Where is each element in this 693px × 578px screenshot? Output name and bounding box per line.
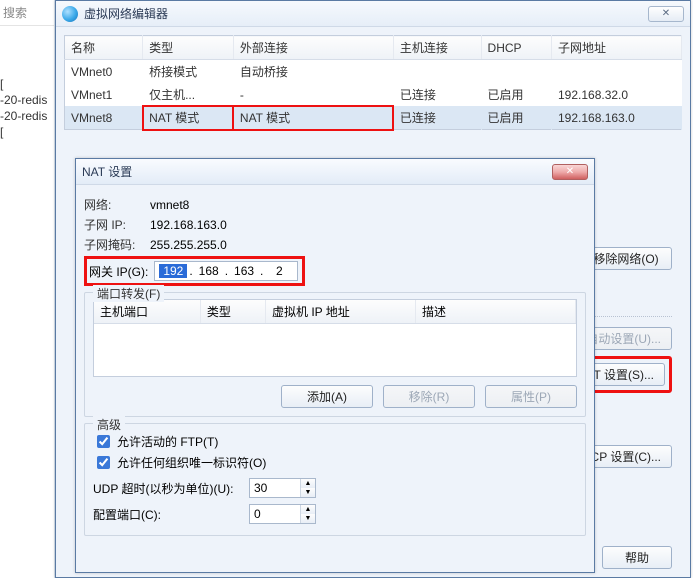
- config-port-label: 配置端口(C):: [93, 506, 243, 523]
- nat-title: NAT 设置: [82, 163, 552, 180]
- oui-checkbox-input[interactable]: [97, 456, 110, 469]
- list-item[interactable]: -20-redis: [0, 92, 54, 108]
- col-host-port[interactable]: 主机端口: [94, 300, 200, 324]
- table-row[interactable]: VMnet1 仅主机... - 已连接 已启用 192.168.32.0: [65, 83, 682, 106]
- spin-up-icon[interactable]: ▲: [301, 505, 315, 514]
- ip-octet-4[interactable]: 2: [265, 264, 293, 278]
- port-forward-table[interactable]: 主机端口 类型 虚拟机 IP 地址 描述: [93, 299, 577, 377]
- subnet-ip-label: 子网 IP:: [84, 216, 144, 233]
- gateway-ip-input[interactable]: 192. 168. 163. 2: [154, 261, 298, 281]
- network-value: vmnet8: [150, 198, 189, 212]
- udp-timeout-spinner[interactable]: ▲▼: [249, 478, 316, 498]
- config-port-input[interactable]: [250, 507, 300, 521]
- ip-octet-2[interactable]: 168: [195, 264, 223, 278]
- subnet-mask-value: 255.255.255.0: [150, 238, 227, 252]
- port-forward-legend: 端口转发(F): [93, 285, 164, 302]
- table-row[interactable]: VMnet0 桥接模式 自动桥接: [65, 60, 682, 84]
- col-type[interactable]: 类型: [143, 36, 234, 60]
- spin-down-icon[interactable]: ▼: [301, 488, 315, 497]
- spin-up-icon[interactable]: ▲: [301, 479, 315, 488]
- config-port-spinner[interactable]: ▲▼: [249, 504, 316, 524]
- col-type[interactable]: 类型: [200, 300, 265, 324]
- nat-settings-dialog: NAT 设置 ✕ 网络: vmnet8 子网 IP: 192.168.163.0…: [75, 158, 595, 573]
- nat-titlebar[interactable]: NAT 设置 ✕: [76, 159, 594, 185]
- subnet-ip-value: 192.168.163.0: [150, 218, 227, 232]
- highlight-nat-ext: NAT 模式: [233, 106, 393, 130]
- col-ext[interactable]: 外部连接: [233, 36, 393, 60]
- side-panel: 搜索 [ -20-redis -20-redis [: [0, 0, 55, 578]
- list-item[interactable]: [: [0, 76, 54, 92]
- ip-octet-3[interactable]: 163: [230, 264, 258, 278]
- ip-octet-1[interactable]: 192: [159, 264, 187, 278]
- highlight-nat-type: NAT 模式: [143, 106, 234, 130]
- network-table[interactable]: 名称 类型 外部连接 主机连接 DHCP 子网地址 VMnet0 桥接模式 自动…: [64, 35, 682, 130]
- properties-button: 属性(P): [485, 385, 577, 408]
- remove-button: 移除(R): [383, 385, 475, 408]
- allow-oui-checkbox[interactable]: 允许任何组织唯一标识符(O): [93, 453, 577, 472]
- table-row[interactable]: VMnet8 NAT 模式 NAT 模式 已连接 已启用 192.168.163…: [65, 106, 682, 130]
- spin-down-icon[interactable]: ▼: [301, 514, 315, 523]
- port-forward-group: 端口转发(F) 主机端口 类型 虚拟机 IP 地址 描述 添加(A) 移除(R): [84, 292, 586, 417]
- add-button[interactable]: 添加(A): [281, 385, 373, 408]
- col-vm-ip[interactable]: 虚拟机 IP 地址: [266, 300, 416, 324]
- advanced-group: 高级 允许活动的 FTP(T) 允许任何组织唯一标识符(O) UDP 超时(以秒…: [84, 423, 586, 536]
- col-subnet[interactable]: 子网地址: [552, 36, 682, 60]
- gateway-label: 网关 IP(G):: [89, 263, 148, 280]
- advanced-legend: 高级: [93, 416, 125, 433]
- col-host[interactable]: 主机连接: [393, 36, 481, 60]
- col-dhcp[interactable]: DHCP: [481, 36, 551, 60]
- close-icon[interactable]: ✕: [648, 6, 684, 22]
- help-button[interactable]: 帮助: [602, 546, 672, 569]
- list-item[interactable]: [: [0, 124, 54, 140]
- vne-title: 虚拟网络编辑器: [84, 5, 648, 22]
- side-list: [ -20-redis -20-redis [: [0, 76, 54, 140]
- col-name[interactable]: 名称: [65, 36, 143, 60]
- list-item[interactable]: -20-redis: [0, 108, 54, 124]
- highlight-gateway: 网关 IP(G): 192. 168. 163. 2: [84, 256, 305, 286]
- network-label: 网络:: [84, 196, 144, 213]
- udp-timeout-label: UDP 超时(以秒为单位)(U):: [93, 480, 243, 497]
- udp-timeout-input[interactable]: [250, 481, 300, 495]
- search-box[interactable]: 搜索: [0, 0, 54, 26]
- col-desc[interactable]: 描述: [416, 300, 576, 324]
- allow-ftp-checkbox[interactable]: 允许活动的 FTP(T): [93, 432, 577, 451]
- globe-icon: [62, 6, 78, 22]
- vne-titlebar[interactable]: 虚拟网络编辑器 ✕: [56, 1, 690, 27]
- close-button[interactable]: ✕: [552, 164, 588, 180]
- ftp-checkbox-input[interactable]: [97, 435, 110, 448]
- subnet-mask-label: 子网掩码:: [84, 236, 144, 253]
